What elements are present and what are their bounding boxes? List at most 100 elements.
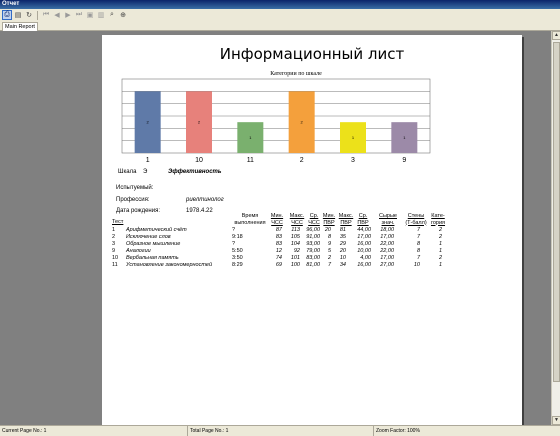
cell-max-bp: 10: [339, 255, 346, 261]
tab-main-report[interactable]: Main Report: [2, 22, 38, 31]
cell-max-bp: 35: [339, 234, 346, 240]
cell-num: 1: [112, 227, 116, 233]
table-row: 3 Образное мышление? 83 104 93,00 9 29 16,00 22,…: [112, 241, 442, 248]
toolbar: ⎙ ▤ ↻ ⏮ ◀ ▶ ⏭ ▣ ▥ ⌕ ⊕: [0, 9, 560, 21]
table-row: 9 Аналогии 5:50 12 92 79,00 5 20 10,00 22,00 8 1: [112, 248, 442, 255]
cell-num: 10: [112, 255, 119, 261]
cell-name: Образное мышление: [126, 241, 181, 247]
header-avg-bp: Ср. ПВР: [357, 213, 369, 226]
subject-label: Испытуемый:: [116, 185, 154, 191]
window-title: Отчет: [0, 0, 560, 9]
cell-min-hr: 12: [275, 248, 282, 254]
cell-cat: 2: [438, 227, 442, 233]
cell-max-bp: 20: [339, 248, 346, 254]
cell-min-bp: 2: [327, 255, 331, 261]
table-row: 1 Арифметический счёт? 87 113 96,00 20 81 44,00…: [112, 227, 442, 234]
cell-min-bp: 7: [327, 262, 331, 268]
cell-name: Исключение слов: [126, 234, 171, 240]
cell-time: ?: [232, 227, 236, 233]
cell-sten: 7: [416, 234, 420, 240]
next-page-icon[interactable]: ▶: [63, 10, 73, 20]
header-raw: Сырые знач.: [379, 213, 397, 226]
table-row: 2 Исключение слов 9:18 83 105 91,00 8 35 17,00 17…: [112, 234, 442, 241]
cell-max-bp: 81: [339, 227, 346, 233]
cell-num: 2: [112, 234, 116, 240]
header-cat: Кате-гория: [430, 213, 446, 226]
export-icon[interactable]: ▣: [85, 10, 95, 20]
cell-avg-bp: 10,00: [357, 248, 371, 254]
profession-value: риелтинолог: [186, 197, 224, 203]
status-bar: Current Page No.: 1 Total Page No.: 1 Zo…: [0, 425, 560, 436]
cell-max-hr: 104: [290, 241, 300, 247]
cell-min-hr: 87: [275, 227, 282, 233]
scroll-thumb[interactable]: [553, 42, 560, 382]
cell-avg-hr: 83,00: [306, 255, 320, 261]
prev-page-icon[interactable]: ◀: [52, 10, 62, 20]
cell-avg-hr: 79,00: [306, 248, 320, 254]
cell-raw: 17,00: [380, 255, 394, 261]
cell-max-hr: 101: [290, 255, 300, 261]
cell-min-hr: 69: [275, 262, 282, 268]
cell-sten: 7: [416, 227, 420, 233]
scroll-up-icon[interactable]: ▲: [552, 31, 560, 40]
header-sten: Стены (Т-балл): [405, 213, 427, 226]
vertical-scrollbar[interactable]: ▲ ▼: [551, 31, 560, 425]
cell-min-bp: 5: [327, 248, 331, 254]
first-page-icon[interactable]: ⏮: [41, 10, 51, 20]
status-total-page: Total Page No.: 1: [188, 426, 374, 436]
cell-time: 3:50: [232, 255, 243, 261]
cell-raw: 22,00: [380, 248, 394, 254]
cell-max-hr: 113: [291, 227, 300, 233]
chart-tick-label: 2: [300, 157, 304, 164]
cell-avg-bp: 44,00: [357, 227, 371, 233]
scale-label: Шкала: [118, 169, 137, 175]
cell-num: 3: [112, 241, 116, 247]
header-min-hr: Мин. ЧСС: [270, 213, 284, 226]
profession-label: Профессия:: [116, 197, 150, 203]
save-icon[interactable]: ▥: [96, 10, 106, 20]
cell-max-hr: 100: [290, 262, 300, 268]
cell-raw: 27,00: [380, 262, 394, 268]
page-setup-icon[interactable]: ▤: [13, 10, 23, 20]
cell-min-hr: 83: [275, 234, 282, 240]
cell-avg-bp: 4,00: [360, 255, 371, 261]
refresh-icon[interactable]: ↻: [24, 10, 34, 20]
cell-min-bp: 20: [324, 227, 331, 233]
cell-avg-bp: 16,00: [357, 262, 371, 268]
cell-cat: 1: [438, 248, 442, 254]
cell-min-bp: 8: [327, 234, 331, 240]
cell-avg-bp: 17,00: [357, 234, 371, 240]
chart-tick-label: 11: [247, 157, 254, 164]
cell-time: 5:50: [232, 248, 243, 254]
cell-avg-hr: 91,00: [306, 234, 320, 240]
cell-avg-hr: 81,00: [306, 262, 320, 268]
cell-max-bp: 29: [339, 241, 346, 247]
table-row: 11 Установление закономерностей 8:29 69 100 8…: [112, 262, 442, 269]
zoom-icon[interactable]: ⊕: [118, 10, 128, 20]
cell-name: Вербальная память: [126, 255, 179, 261]
cell-name: Установление закономерностей: [126, 262, 213, 268]
cell-cat: 2: [438, 255, 442, 261]
header-max-hr: Макс. ЧСС: [289, 213, 305, 226]
print-icon[interactable]: ⎙: [2, 10, 12, 20]
birthdate-value: 1978.4.22: [186, 208, 213, 214]
cell-num: 11: [112, 262, 118, 268]
find-icon[interactable]: ⌕: [107, 10, 117, 20]
cell-time: 8:29: [232, 262, 243, 268]
scroll-down-icon[interactable]: ▼: [552, 416, 560, 425]
cell-raw: 17,00: [380, 234, 394, 240]
birthdate-label: Дата рождения:: [116, 208, 160, 214]
chart-tick-label: 9: [402, 157, 406, 164]
cell-avg-hr: 93,00: [306, 241, 320, 247]
cell-sten: 10: [413, 262, 420, 268]
cell-avg-bp: 16,00: [357, 241, 371, 247]
cell-cat: 1: [438, 262, 442, 268]
scale-name: Эффективность: [168, 169, 222, 175]
last-page-icon[interactable]: ⏭: [74, 10, 84, 20]
report-page: Информационный лист Категории по шкале 2…: [102, 35, 522, 425]
cell-sten: 7: [416, 255, 420, 261]
cell-max-hr: 92: [293, 248, 300, 254]
cell-min-bp: 9: [327, 241, 331, 247]
chart-tick-label: 3: [351, 157, 355, 164]
cell-time: ?: [232, 241, 236, 247]
